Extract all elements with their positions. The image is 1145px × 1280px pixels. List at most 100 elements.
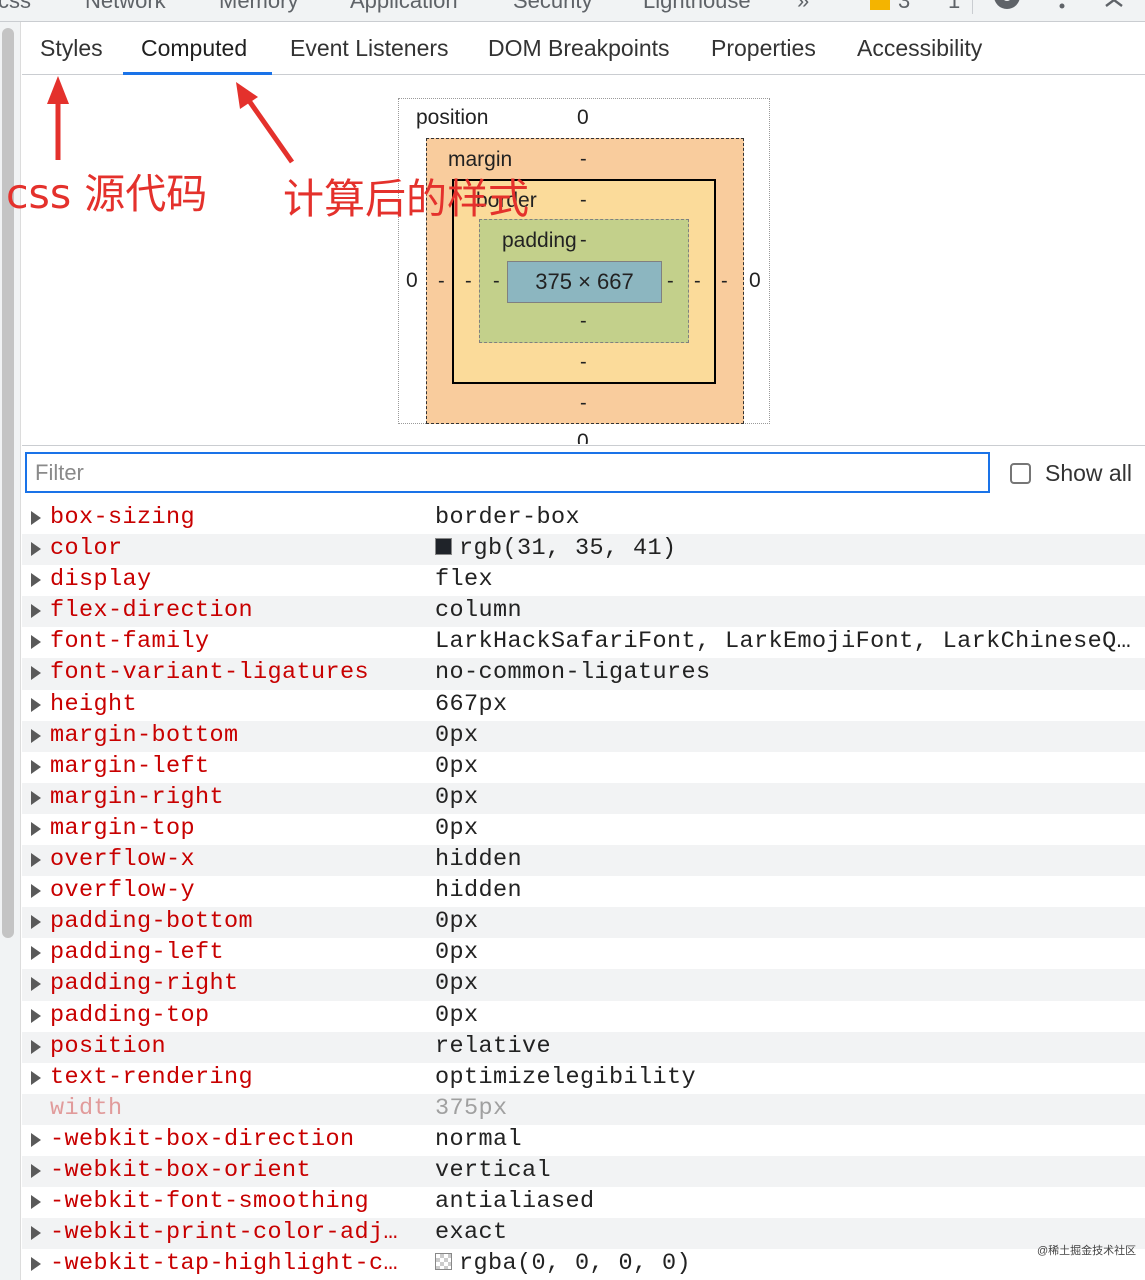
active-tab-indicator <box>123 72 272 75</box>
tab-accessibility[interactable]: Accessibility <box>857 35 982 62</box>
padding-top-value[interactable]: - <box>580 229 587 252</box>
tab-event-listeners[interactable]: Event Listeners <box>290 35 449 62</box>
warning-icon[interactable] <box>870 0 890 10</box>
border-left-value[interactable]: - <box>465 270 472 293</box>
computed-property-row[interactable]: -webkit-font-smoothing antialiased <box>22 1187 1145 1218</box>
expand-triangle-icon[interactable] <box>31 977 41 992</box>
computed-property-row[interactable]: padding-top 0px <box>22 1001 1145 1032</box>
computed-property-row[interactable]: -webkit-box-orient vertical <box>22 1155 1145 1188</box>
expand-triangle-icon[interactable] <box>31 1195 41 1210</box>
computed-property-row[interactable]: margin-right 0px <box>22 782 1145 814</box>
margin-bottom-value[interactable]: - <box>580 392 587 415</box>
expand-triangle-icon[interactable] <box>31 728 41 743</box>
expand-triangle-icon[interactable] <box>31 604 41 619</box>
border-bottom-value[interactable]: - <box>580 351 587 374</box>
property-value: 0px <box>435 970 479 997</box>
tab-network[interactable]: Network <box>85 0 166 14</box>
show-all-label[interactable]: Show all <box>1045 460 1132 487</box>
computed-property-row[interactable]: overflow-y hidden <box>22 876 1145 907</box>
position-bottom-value[interactable]: 0 <box>577 430 589 444</box>
tab-lighthouse[interactable]: Lighthouse <box>643 0 751 14</box>
computed-property-row[interactable]: width 375px <box>22 1093 1145 1125</box>
expand-triangle-icon[interactable] <box>31 697 41 712</box>
expand-triangle-icon[interactable] <box>31 1257 41 1272</box>
computed-property-row[interactable]: -webkit-tap-highlight-c… rgba(0, 0, 0, 0) <box>22 1249 1145 1280</box>
expand-triangle-icon[interactable] <box>31 1132 41 1147</box>
tab-dom-breakpoints[interactable]: DOM Breakpoints <box>488 35 670 62</box>
position-left-value[interactable]: 0 <box>406 269 418 293</box>
property-value-text: 0px <box>435 783 479 811</box>
padding-left-value[interactable]: - <box>493 270 500 293</box>
tab-application[interactable]: Application <box>350 0 458 14</box>
property-value: border-box <box>435 504 580 531</box>
expand-triangle-icon[interactable] <box>31 666 41 681</box>
expand-triangle-icon[interactable] <box>31 1070 41 1085</box>
computed-property-row[interactable]: box-sizing border-box <box>22 503 1145 534</box>
border-top-value[interactable]: - <box>580 189 587 212</box>
expand-triangle-icon[interactable] <box>31 635 41 650</box>
computed-property-row[interactable]: -webkit-box-direction normal <box>22 1125 1145 1156</box>
expand-triangle-icon[interactable] <box>31 884 41 899</box>
padding-right-value[interactable]: - <box>667 270 674 293</box>
info-count: 1 <box>948 0 961 13</box>
property-value-text: 0px <box>435 814 479 842</box>
tab-properties[interactable]: Properties <box>711 35 816 62</box>
expand-triangle-icon[interactable] <box>31 1008 41 1023</box>
expand-triangle-icon[interactable] <box>31 1039 41 1054</box>
tab-css[interactable]: css <box>0 0 31 14</box>
computed-property-row[interactable]: padding-left 0px <box>22 938 1145 969</box>
margin-right-value[interactable]: - <box>721 270 728 293</box>
expand-triangle-icon[interactable] <box>31 542 41 557</box>
expand-triangle-icon[interactable] <box>31 946 41 961</box>
more-tabs-icon[interactable]: » <box>797 0 809 14</box>
computed-property-row[interactable]: height 667px <box>22 690 1145 721</box>
computed-property-row[interactable]: position relative <box>22 1031 1145 1063</box>
color-swatch-icon[interactable] <box>435 538 452 556</box>
computed-property-row[interactable]: display flex <box>22 565 1145 596</box>
tab-computed[interactable]: Computed <box>141 35 247 62</box>
property-value-text: column <box>435 597 523 625</box>
show-all-checkbox[interactable] <box>1010 463 1031 484</box>
margin-top-value[interactable]: - <box>580 148 587 171</box>
computed-property-row[interactable]: margin-top 0px <box>22 814 1145 845</box>
expand-triangle-icon[interactable] <box>31 759 41 774</box>
filter-input[interactable] <box>25 452 990 493</box>
box-model-content-size[interactable]: 375 × 667 <box>507 261 662 303</box>
border-right-value[interactable]: - <box>694 270 701 293</box>
computed-property-row[interactable]: margin-bottom 0px <box>22 720 1145 752</box>
computed-property-row[interactable]: -webkit-print-color-adj… exact <box>22 1218 1145 1250</box>
filter-toolbar: Show all <box>22 445 1145 499</box>
expand-triangle-icon[interactable] <box>31 853 41 868</box>
expand-triangle-icon[interactable] <box>31 573 41 588</box>
property-name: margin-left <box>50 752 210 780</box>
computed-property-row[interactable]: font-variant-ligatures no-common-ligature… <box>22 658 1145 690</box>
expand-triangle-icon[interactable] <box>31 790 41 805</box>
position-right-value[interactable]: 0 <box>749 269 761 293</box>
computed-property-row[interactable]: flex-direction column <box>22 596 1145 628</box>
tab-memory[interactable]: Memory <box>219 0 298 14</box>
computed-property-row[interactable]: color rgb(31, 35, 41) <box>22 534 1145 566</box>
expand-triangle-icon[interactable] <box>31 511 41 525</box>
kebab-menu-icon[interactable] <box>1056 0 1068 14</box>
expand-triangle-icon[interactable] <box>31 915 41 930</box>
computed-property-row[interactable]: text-rendering optimizelegibility <box>22 1063 1145 1094</box>
gear-icon[interactable] <box>992 0 1022 12</box>
close-icon[interactable] <box>1103 0 1127 8</box>
property-name: width <box>50 1094 123 1122</box>
expand-triangle-icon[interactable] <box>31 821 41 836</box>
computed-property-row[interactable]: font-family LarkHackSafariFont, LarkEmoji… <box>22 627 1145 658</box>
computed-property-row[interactable]: padding-right 0px <box>22 969 1145 1001</box>
property-name: -webkit-print-color-adj… <box>50 1219 399 1247</box>
toolbar-divider <box>972 0 973 14</box>
color-swatch-icon[interactable] <box>435 1253 452 1271</box>
computed-property-row[interactable]: margin-left 0px <box>22 752 1145 783</box>
tab-security[interactable]: Security <box>513 0 592 14</box>
padding-bottom-value[interactable]: - <box>580 310 587 333</box>
computed-property-row[interactable]: padding-bottom 0px <box>22 907 1145 939</box>
margin-left-value[interactable]: - <box>438 270 445 293</box>
expand-triangle-icon[interactable] <box>31 1226 41 1241</box>
expand-triangle-icon[interactable] <box>31 1163 41 1178</box>
computed-property-row[interactable]: overflow-x hidden <box>22 845 1145 877</box>
position-top-value[interactable]: 0 <box>577 106 589 130</box>
tab-styles[interactable]: Styles <box>40 35 103 62</box>
